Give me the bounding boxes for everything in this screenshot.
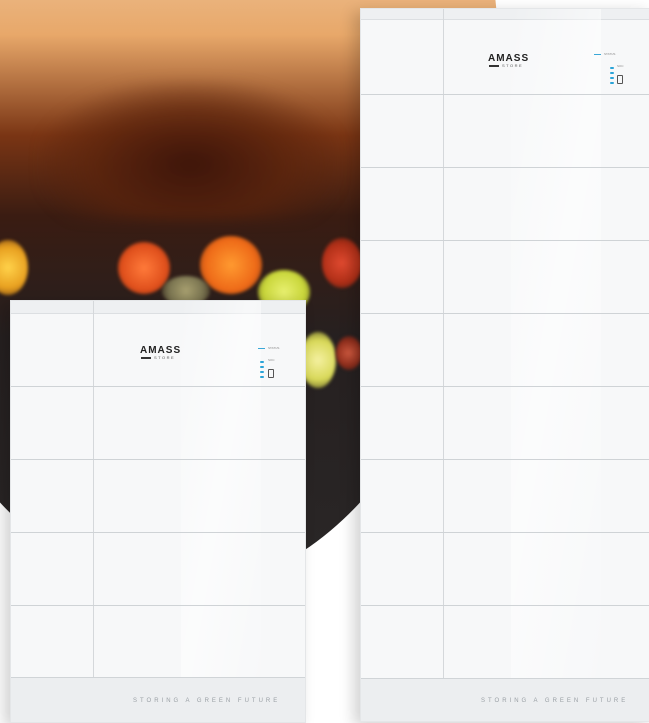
status-led-icon: [260, 366, 264, 368]
brand-mark: [141, 357, 151, 359]
cabinet-side-divider: [443, 9, 444, 721]
module-seam: [361, 167, 649, 168]
large-battery-cabinet: AMASS STORE STATUS SOC STORING A GREEN F…: [360, 8, 649, 722]
module-seam: [11, 605, 305, 606]
soc-label: SOC: [617, 64, 624, 68]
brand-sub: STORE: [502, 63, 524, 68]
glass-reflection: [181, 301, 261, 722]
glass-reflection: [511, 9, 601, 721]
status-led-icon: [610, 82, 614, 84]
bokeh-light-3: [200, 236, 262, 294]
status-led-icon: [610, 77, 614, 79]
battery-icon: [617, 75, 623, 84]
module-seam: [361, 386, 649, 387]
status-indicator-line: [258, 348, 265, 349]
status-label: STATUS: [268, 346, 280, 350]
brand-mark: [489, 65, 499, 67]
cabinet-side-divider: [93, 301, 94, 722]
status-led-icon: [610, 72, 614, 74]
tagline: STORING A GREEN FUTURE: [133, 698, 281, 704]
blurred-silhouette: [40, 80, 340, 220]
tagline: STORING A GREEN FUTURE: [481, 698, 629, 704]
status-led-icon: [260, 376, 264, 378]
module-seam: [361, 313, 649, 314]
cabinet-top-cap: [361, 9, 649, 20]
module-seam: [11, 459, 305, 460]
brand-sub: STORE: [154, 355, 176, 360]
bokeh-light-8: [336, 336, 362, 370]
status-led-icon: [610, 67, 614, 69]
module-seam: [361, 240, 649, 241]
bokeh-light-5: [322, 238, 362, 288]
battery-icon: [268, 369, 274, 378]
soc-label: SOC: [268, 358, 275, 362]
module-seam: [11, 386, 305, 387]
module-seam: [11, 532, 305, 533]
module-seam: [361, 94, 649, 95]
module-seam: [361, 532, 649, 533]
status-led-icon: [260, 371, 264, 373]
status-led-icon: [260, 361, 264, 363]
module-seam: [361, 605, 649, 606]
status-label: STATUS: [604, 52, 616, 56]
status-indicator-line: [594, 54, 601, 55]
small-battery-cabinet: AMASS STORE STATUS SOC STORING A GREEN F…: [10, 300, 306, 723]
module-seam: [361, 459, 649, 460]
